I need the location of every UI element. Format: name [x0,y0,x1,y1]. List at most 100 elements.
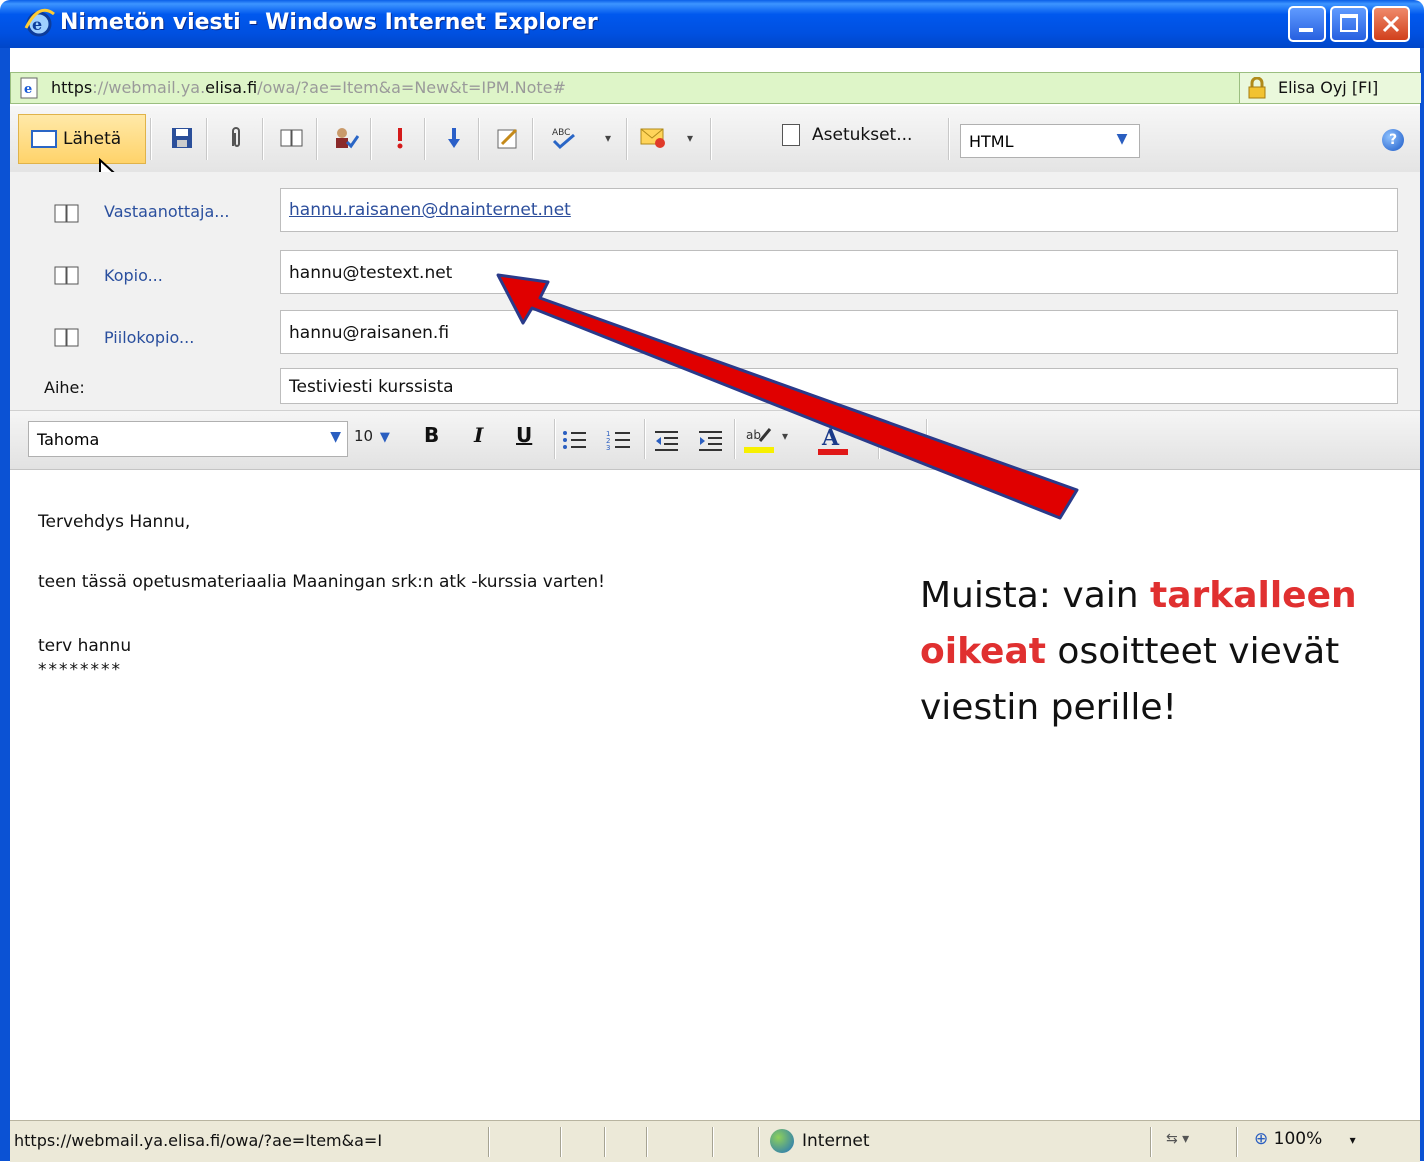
spell-check-dropdown[interactable]: ▾ [594,123,622,153]
status-separator [604,1127,606,1157]
svg-text:e: e [32,15,42,34]
highlight-dropdown[interactable]: ▾ [782,429,788,443]
bold-button[interactable]: B [424,423,439,447]
bcc-button[interactable]: Piilokopio... [104,328,194,347]
status-separator [646,1127,648,1157]
highlight-icon[interactable]: ab [744,425,774,455]
send-button[interactable]: Lähetä [18,114,146,164]
zoom-icon: ⊕ [1254,1129,1269,1149]
address-book-icon [54,204,79,223]
status-separator [488,1127,490,1157]
page-icon: e [20,77,38,99]
toolbar-separator [370,118,372,160]
to-button[interactable]: Vastaanottaja... [104,202,230,221]
cc-field[interactable]: hannu@testext.net [280,250,1398,294]
title-bar: e Nimetön viesti - Windows Internet Expl… [0,0,1424,48]
attach-icon [232,127,240,147]
address-book-icon [54,328,79,347]
signature-button[interactable] [494,123,522,153]
address-book-button[interactable] [278,123,306,153]
address-book-icon [280,129,303,147]
status-bar: https://webmail.ya.elisa.fi/owa/?ae=Item… [10,1120,1420,1162]
chevron-down-icon: ▼ [330,429,341,445]
svg-text:3: 3 [606,444,610,451]
font-size-select[interactable]: 10 ▼ [354,427,390,445]
to-value[interactable]: hannu.raisanen@dnainternet.net [289,200,571,220]
status-separator [1150,1127,1152,1157]
importance-low-button[interactable] [440,123,468,153]
message-options-dropdown[interactable]: ▾ [676,123,704,153]
message-header: Vastaanottaja... hannu.raisanen@dnainter… [10,172,1420,410]
options-icon [782,124,800,146]
check-names-button[interactable] [332,123,360,153]
indent-icon[interactable] [698,429,724,451]
svg-text:ab: ab [746,428,761,442]
italic-button[interactable]: I [474,423,483,447]
outdent-icon[interactable] [654,429,680,451]
spell-check-icon: ABC [552,128,575,150]
lock-icon [1248,77,1266,99]
window-border-left [0,48,10,1161]
url-domain: elisa.fi [205,78,258,97]
signature-icon [497,128,518,149]
url-scheme: https [51,78,93,97]
subject-value: Testiviesti kurssista [289,377,454,397]
importance-high-button[interactable] [386,123,414,153]
toolbar-separator [316,118,318,160]
options-label: Asetukset... [812,125,913,145]
minimize-button[interactable] [1288,6,1326,42]
bullets-icon[interactable] [562,429,588,451]
importance-low-icon [448,128,460,148]
font-select[interactable]: Tahoma ▼ [28,421,348,457]
toolbar-separator [554,419,556,459]
zone-label: Internet [802,1131,870,1151]
toolbar-separator [532,118,534,160]
certificate-label: Elisa Oyj [FI] [1278,78,1379,97]
message-line: ******** [38,660,122,680]
subject-field[interactable]: Testiviesti kurssista [280,368,1398,404]
font-color-icon[interactable]: A [818,423,848,457]
status-separator [1236,1127,1238,1157]
globe-icon [770,1129,794,1153]
help-icon[interactable]: ? [1382,129,1404,151]
message-line: teen tässä opetusmateriaalia Maaningan s… [38,572,605,592]
to-field[interactable]: hannu.raisanen@dnainternet.net [280,188,1398,232]
zoom-button[interactable]: ⊕ 100% ▾ [1254,1129,1356,1149]
chevron-down-icon: ▼ [379,430,390,445]
address-book-icon [54,266,79,285]
certificate-button[interactable]: Elisa Oyj [FI] [1239,73,1421,103]
svg-text:e: e [24,82,32,97]
svg-text:A: A [821,425,840,451]
underline-button[interactable]: U [516,423,532,447]
close-icon [1382,15,1400,33]
security-zone[interactable]: Internet [770,1129,870,1153]
options-button[interactable]: Asetukset... [782,124,912,154]
envelope-icon [31,130,57,148]
message-options-button[interactable] [640,123,668,153]
toolbar-separator [626,118,628,160]
spell-check-button[interactable]: ABC [550,123,578,153]
format-value: HTML [969,132,1014,151]
attach-button[interactable] [222,123,250,153]
font-value: Tahoma [37,430,100,449]
save-button[interactable] [168,123,196,153]
status-separator [758,1127,760,1157]
address-url[interactable]: https://webmail.ya.elisa.fi/owa/?ae=Item… [51,78,566,97]
bcc-field[interactable]: hannu@raisanen.fi [280,310,1398,354]
chevron-down-icon: ▾ [1349,1133,1356,1147]
address-bar[interactable]: e https://webmail.ya.elisa.fi/owa/?ae=It… [10,72,1421,104]
toolbar-separator [710,118,712,160]
cc-value: hannu@testext.net [289,263,453,283]
toolbar-separator [424,118,426,160]
message-line: terv hannu [38,636,132,656]
close-button[interactable] [1372,6,1410,42]
numbering-icon[interactable]: 123 [606,429,632,451]
protected-mode-button[interactable]: ⇆ ▾ [1166,1131,1189,1147]
maximize-button[interactable] [1330,6,1368,42]
format-select[interactable]: HTML ▼ [960,124,1140,158]
toolbar-separator [206,118,208,160]
status-separator [712,1127,714,1157]
chevron-down-icon: ▼ [1116,131,1128,147]
toolbar-separator [734,419,736,459]
cc-button[interactable]: Kopio... [104,266,163,285]
